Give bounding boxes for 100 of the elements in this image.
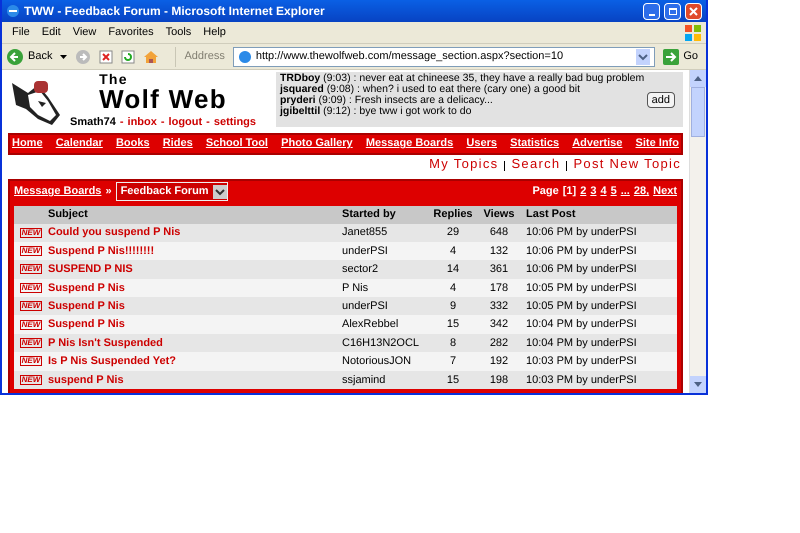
minimize-button[interactable]	[643, 2, 660, 20]
nav-link[interactable]: Home	[12, 135, 43, 152]
nav-link[interactable]: Photo Gallery	[281, 135, 353, 152]
nav-link[interactable]: Calendar	[56, 135, 103, 152]
new-badge: NEW	[20, 374, 42, 385]
shout-message: jgibelttil (9:12) : bye tww i got work to do	[280, 106, 472, 117]
shout-message: jsquared (9:08) : when? i used to eat there (cary one) a good bit	[280, 84, 582, 95]
pager-label: Page	[532, 184, 559, 200]
nav-link[interactable]: School Tool	[206, 135, 268, 152]
table-cell-text: NotoriousJON	[342, 354, 412, 370]
table-cell-text: P Nis	[342, 280, 370, 296]
windows-logo-icon	[684, 24, 702, 42]
shout-message: pryderi (9:09) : Fresh insects are a delicacy...	[280, 95, 493, 106]
column-header: Started by	[342, 207, 397, 222]
browser-icon	[6, 4, 20, 18]
table-cell-text: 4	[448, 280, 458, 296]
page-link[interactable]: 5	[610, 183, 617, 200]
table-cell-text: 10:06 PM by underPSI	[525, 262, 637, 278]
close-button[interactable]	[685, 2, 702, 20]
page-link[interactable]: 28,	[634, 183, 650, 200]
topic-title-link[interactable]: Suspend P Nis	[48, 316, 342, 333]
topic-title-link[interactable]: Suspend P Nis	[48, 298, 342, 314]
forum-select[interactable]: Feedback Forum	[116, 182, 228, 201]
down-arrow-icon	[694, 382, 702, 387]
back-button[interactable]: Back	[6, 48, 52, 66]
nav-link[interactable]: Advertise	[572, 135, 622, 152]
dropdown-icon	[212, 184, 227, 198]
separator: -	[120, 115, 124, 130]
address-field[interactable]: http://www.thewolfweb.com/message_section.aspx?section=10	[232, 46, 656, 66]
topic-title-link[interactable]: Suspend P Nis	[48, 280, 342, 296]
add-button[interactable]: add	[646, 92, 675, 108]
nav-link[interactable]: Statistics	[510, 135, 560, 152]
topic-title-link[interactable]: P Nis Isn't Suspended	[48, 334, 342, 352]
topic-title-link[interactable]: Is P Nis Suspended Yet?	[48, 353, 342, 370]
scroll-up-button[interactable]	[690, 70, 706, 87]
table-cell-text: AlexRebbel	[342, 317, 400, 332]
table-cell-text: 10:06 PM by underPSI	[525, 244, 637, 259]
topic-title-link[interactable]: suspend P Nis	[48, 372, 342, 388]
table-cell-text: 178	[488, 280, 510, 296]
topic-link[interactable]: Post New Topic	[573, 154, 681, 174]
refresh-icon[interactable]	[121, 50, 136, 64]
menu-item[interactable]: View	[66, 24, 102, 41]
maximize-button[interactable]	[664, 2, 681, 20]
topic-title-link[interactable]: Could you suspend P Nis	[48, 224, 342, 241]
topic-title-link[interactable]: Suspend P Nis!!!!!!!!	[48, 242, 342, 260]
home-icon[interactable]	[143, 48, 160, 64]
menu-item[interactable]: Edit	[36, 24, 67, 41]
table-cell-text: 10:04 PM by underPSI	[525, 317, 637, 332]
scroll-thumb[interactable]	[691, 87, 705, 137]
scroll-down-button[interactable]	[690, 376, 706, 393]
table-cell-text: 10:05 PM by underPSI	[525, 280, 637, 296]
breadcrumb-link[interactable]: Message Boards	[14, 183, 102, 200]
topic-link[interactable]: Search	[511, 154, 560, 174]
table-cell-text: Janet855	[342, 225, 388, 240]
menu-item[interactable]: Tools	[160, 24, 198, 41]
table-cell-text: 10:06 PM by underPSI	[525, 225, 637, 240]
table-cell-text: 648	[488, 225, 510, 240]
table-cell-text: 9	[448, 299, 458, 314]
page-link[interactable]: Next	[653, 183, 677, 200]
page-link[interactable]: 3	[590, 183, 596, 200]
table-cell-text: 132	[488, 244, 510, 259]
menu-item[interactable]: File	[6, 24, 36, 41]
menu-item[interactable]: Help	[197, 24, 232, 41]
go-button[interactable]: Go	[663, 48, 702, 65]
new-badge: NEW	[20, 282, 42, 293]
menu-item[interactable]: Favorites	[102, 24, 160, 41]
table-cell-text: 10:03 PM by underPSI	[525, 372, 637, 388]
table-cell-text: 10:03 PM by underPSI	[525, 354, 637, 370]
page-link[interactable]: 2	[580, 183, 586, 200]
current-page: [1]	[562, 184, 576, 200]
new-badge: NEW	[20, 301, 42, 312]
table-cell-text: 14	[446, 262, 460, 278]
nav-link[interactable]: Users	[466, 135, 497, 152]
caret-icon[interactable]	[60, 54, 68, 58]
table-cell-text: 342	[488, 317, 510, 332]
table-cell-text: 15	[446, 372, 460, 388]
column-header: Last Post	[525, 207, 576, 222]
table-cell-text: ssjamind	[342, 372, 386, 388]
dropdown-icon[interactable]	[636, 48, 650, 64]
topic-title-link[interactable]: SUSPEND P NIS	[48, 261, 342, 278]
table-cell-text: C16H13N2OCL	[342, 336, 420, 351]
breadcrumb-separator: »	[105, 184, 112, 200]
shout-message: TRDboy (9:03) : never eat at chineese 35, they have a really bad bug problem	[280, 73, 646, 84]
user-link[interactable]: logout	[168, 114, 202, 130]
page-link[interactable]: 4	[600, 183, 607, 200]
page-link[interactable]: ...	[620, 183, 630, 200]
user-link[interactable]: inbox	[128, 114, 157, 130]
nav-link[interactable]: Site Info	[636, 135, 679, 152]
topic-link[interactable]: My Topics	[429, 154, 498, 174]
separator: -	[160, 115, 165, 130]
user-link[interactable]: settings	[214, 114, 256, 130]
column-header: Views	[482, 207, 516, 222]
table-cell-text: 8	[448, 336, 458, 351]
nav-link[interactable]: Rides	[162, 135, 193, 152]
table-cell-text: 361	[488, 262, 510, 278]
stop-icon[interactable]	[99, 50, 114, 64]
nav-link[interactable]: Message Boards	[366, 135, 454, 152]
nav-link[interactable]: Books	[116, 135, 150, 152]
new-badge: NEW	[20, 356, 42, 366]
page-icon	[238, 50, 252, 64]
